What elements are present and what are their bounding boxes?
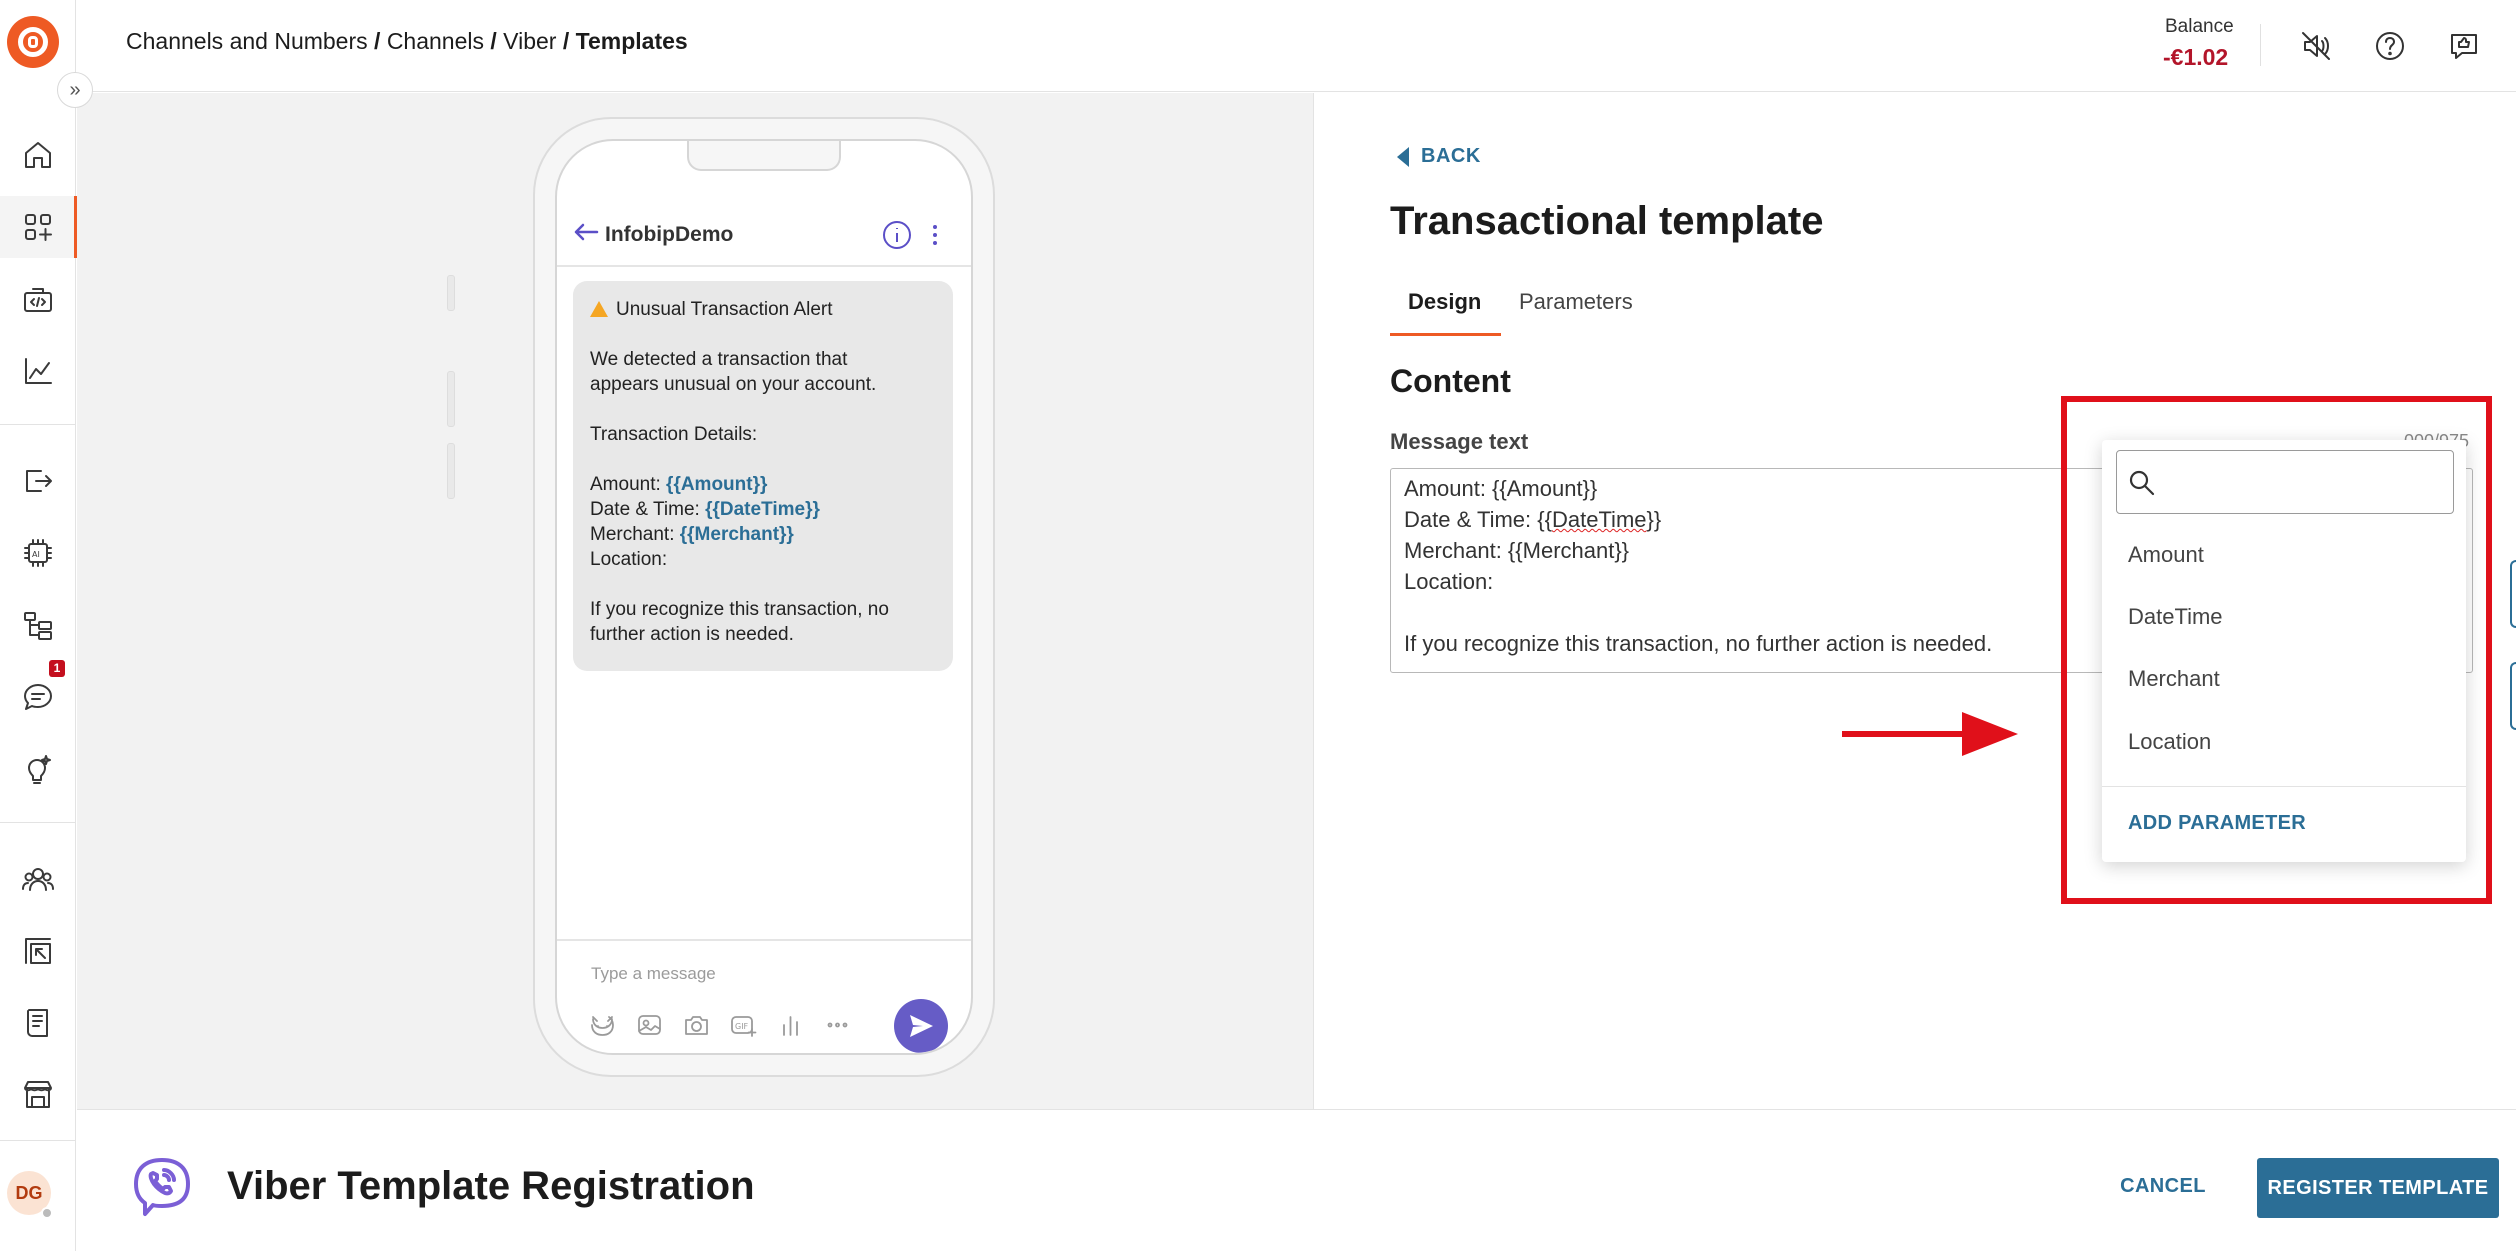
add-parameter-button[interactable]: ADD PARAMETER (2128, 812, 2306, 835)
message-text: Merchant: (590, 524, 680, 545)
breadcrumb: Channels and Numbers / Channels / Viber … (126, 28, 688, 54)
tab-design[interactable]: Design (1408, 289, 1481, 315)
warning-icon (590, 301, 608, 317)
page-title: Transactional template (1390, 199, 1824, 243)
moments-icon[interactable] (0, 920, 76, 982)
presence-dot (41, 1207, 53, 1219)
cancel-button[interactable]: CANCEL (2110, 1158, 2216, 1214)
parameter-option[interactable]: Location (2128, 729, 2211, 755)
message-bubble: Unusual Transaction Alert We detected a … (573, 281, 953, 671)
apps-icon[interactable] (0, 196, 77, 258)
conversations-badge: 1 (49, 660, 65, 677)
footer-title: Viber Template Registration (227, 1164, 755, 1208)
parameter-search-input[interactable] (2116, 450, 2454, 514)
active-tab-indicator (1390, 333, 1501, 336)
expand-sidebar-icon[interactable]: » (57, 72, 93, 108)
amount-param: {{Amount}} (666, 474, 768, 495)
content-heading: Content (1390, 363, 1511, 399)
back-arrow-icon (571, 217, 601, 247)
top-bar: Channels and Numbers / Channels / Viber … (76, 0, 2516, 92)
breadcrumb-item[interactable]: Channels (387, 28, 484, 54)
message-text: appears unusual on your account. (590, 374, 877, 395)
phone-mockup: InfobipDemo Unusual Transaction Alert We… (533, 117, 995, 1077)
phone-screen: InfobipDemo Unusual Transaction Alert We… (555, 139, 973, 1055)
svg-text:AI: AI (32, 550, 40, 559)
camera-icon (683, 1013, 710, 1037)
message-text: Date & Time: (590, 499, 706, 520)
message-text: Transaction Details: (590, 424, 758, 445)
message-heading: Unusual Transaction Alert (616, 299, 833, 320)
breadcrumb-current: Templates (575, 28, 688, 54)
message-text: If you recognize this transaction, no (590, 599, 889, 620)
search-icon (2129, 470, 2155, 496)
parameter-dropdown: Amount DateTime Merchant Location ADD PA… (2102, 440, 2466, 862)
infobip-logo[interactable] (7, 16, 59, 68)
merchant-param: {{Merchant}} (679, 524, 794, 545)
send-icon (894, 999, 948, 1053)
more-icon (824, 1013, 851, 1037)
viber-icon (131, 1156, 193, 1220)
template-preview-pane: InfobipDemo Unusual Transaction Alert We… (77, 93, 1313, 1109)
more-options-icon (923, 219, 947, 251)
flows-icon[interactable] (0, 594, 76, 656)
footer-bar: Viber Template Registration CANCEL REGIS… (77, 1109, 2516, 1251)
sticker-icon (589, 1013, 616, 1037)
back-label: BACK (1421, 145, 1481, 167)
composer-toolbar: GIF (589, 1013, 851, 1037)
poll-icon (777, 1013, 804, 1037)
help-icon[interactable] (2368, 24, 2412, 68)
breadcrumb-item[interactable]: Viber (503, 28, 556, 54)
parameter-option[interactable]: DateTime (2128, 604, 2223, 630)
message-text: We detected a transaction that (590, 349, 848, 370)
message-input-placeholder: Type a message (591, 964, 716, 983)
sound-off-icon[interactable] (2294, 24, 2338, 68)
sender-name: InfobipDemo (605, 223, 734, 246)
message-text: further action is needed. (590, 624, 794, 645)
analytics-icon[interactable] (0, 340, 76, 402)
home-icon[interactable] (0, 124, 76, 186)
message-text: Amount: (590, 474, 667, 495)
datetime-param: {{DateTime}} (705, 499, 820, 520)
balance-value: -€1.02 (2163, 44, 2229, 70)
svg-text:GIF: GIF (735, 1022, 749, 1031)
developer-tools-icon[interactable] (0, 270, 76, 332)
parameter-option[interactable]: Amount (2128, 542, 2204, 568)
register-template-button[interactable]: REGISTER TEMPLATE (2257, 1158, 2499, 1218)
tab-parameters[interactable]: Parameters (1519, 289, 1633, 315)
chat-header: InfobipDemo (557, 203, 971, 267)
message-text-label: Message text (1390, 429, 1529, 454)
docs-icon[interactable] (0, 992, 76, 1054)
message-text: Location: (590, 549, 668, 570)
ideas-icon[interactable] (0, 738, 76, 800)
parameter-option[interactable]: Merchant (2128, 666, 2220, 692)
exports-icon[interactable] (0, 450, 76, 512)
people-icon[interactable] (0, 848, 76, 910)
feedback-icon[interactable] (2442, 24, 2486, 68)
image-icon (636, 1013, 663, 1037)
gif-icon: GIF (730, 1013, 757, 1037)
ai-chip-icon[interactable]: AI (0, 522, 76, 584)
marketplace-icon[interactable] (0, 1064, 76, 1126)
back-button[interactable]: BACK (1397, 145, 1481, 168)
red-arrow-annotation (1842, 712, 2018, 756)
back-chevron-icon (1397, 146, 1409, 167)
left-nav-rail: AI 1 DG (0, 0, 77, 1251)
info-icon (881, 219, 913, 251)
balance-label: Balance (2165, 16, 2234, 37)
breadcrumb-item[interactable]: Channels and Numbers (126, 28, 368, 54)
